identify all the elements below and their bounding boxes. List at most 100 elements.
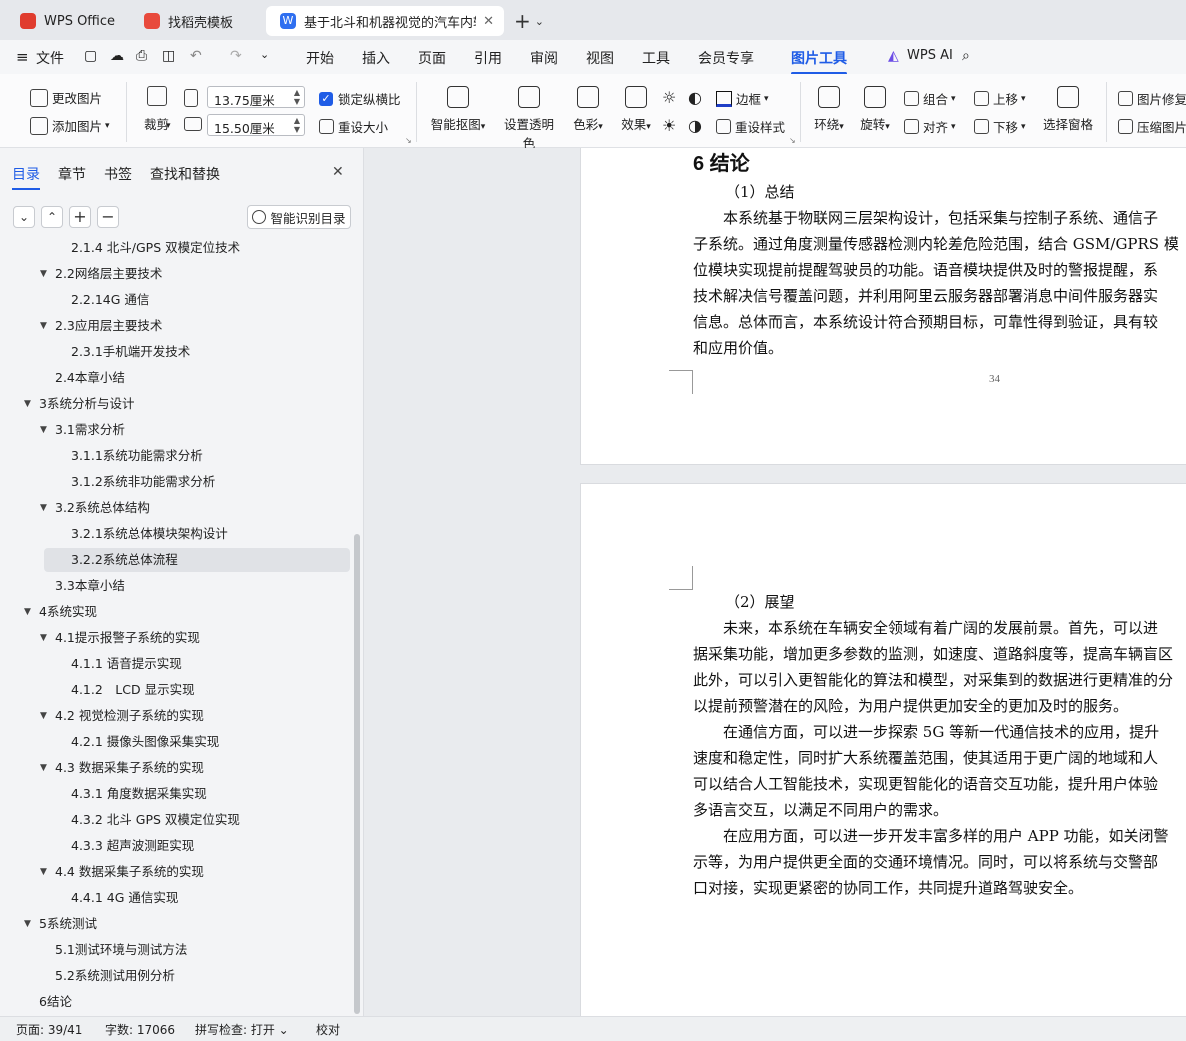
height-input[interactable]: 15.50厘米 ▲ ▼ bbox=[207, 114, 305, 136]
toc-item[interactable]: 3.2.2系统总体流程 bbox=[44, 548, 350, 572]
wrap-button[interactable]: 环绕▾ bbox=[808, 86, 850, 133]
spinner-icon[interactable]: ▲ ▼ bbox=[294, 88, 300, 106]
lock-ratio-checkbox[interactable]: ✓ 锁定纵横比 bbox=[319, 89, 401, 108]
reset-size-button[interactable]: 重设大小 bbox=[319, 117, 388, 136]
body-text-line: 在通信方面，可以进一步探索 5G 等新一代通信技术的应用，提升 bbox=[723, 723, 1160, 741]
change-picture-button[interactable]: 更改图片 bbox=[30, 88, 102, 107]
menu-member[interactable]: 会员专享 bbox=[698, 48, 754, 68]
expand-arrow-icon[interactable]: ▼ bbox=[40, 626, 47, 650]
menu-page[interactable]: 页面 bbox=[418, 48, 446, 68]
remove-heading-button[interactable]: − bbox=[97, 206, 119, 228]
add-heading-button[interactable]: + bbox=[69, 206, 91, 228]
set-transparent-button[interactable]: 设置透明色 bbox=[498, 86, 560, 152]
tab-wps-office[interactable]: WPS Office bbox=[6, 6, 124, 36]
brightness-decrease-icon[interactable]: ☀ bbox=[662, 116, 676, 135]
smart-cutout-button[interactable]: 智能抠图▾ bbox=[428, 86, 488, 133]
expand-arrow-icon[interactable]: ▼ bbox=[40, 860, 47, 884]
effect-button[interactable]: 效果▾ bbox=[614, 86, 658, 133]
menu-home[interactable]: 开始 bbox=[306, 48, 334, 68]
page-number: 34 bbox=[989, 373, 1000, 385]
reset-style-button[interactable]: 重设样式 bbox=[716, 117, 785, 136]
toc-scrollbar[interactable] bbox=[354, 534, 360, 1014]
group-label: 组合 bbox=[923, 92, 949, 107]
dialog-launcher-icon[interactable]: ↘ bbox=[789, 136, 796, 145]
expand-arrow-icon[interactable]: ▼ bbox=[24, 600, 31, 624]
reset-style-label: 重设样式 bbox=[735, 120, 786, 135]
expand-arrow-icon[interactable]: ▼ bbox=[40, 704, 47, 728]
chevron-down-icon[interactable]: ▾ bbox=[166, 121, 171, 131]
bring-forward-button[interactable]: 上移 ▾ bbox=[974, 89, 1026, 108]
menu-reference[interactable]: 引用 bbox=[474, 48, 502, 68]
height-value: 15.50厘米 bbox=[214, 121, 275, 136]
body-text-line: 以提前预警潜在的风险，为用户提供更加安全的更加及时的服务。 bbox=[693, 697, 1129, 715]
tab-bookmarks[interactable]: 书签 bbox=[104, 164, 132, 184]
send-backward-label: 下移 bbox=[993, 120, 1019, 135]
menu-view[interactable]: 视图 bbox=[586, 48, 614, 68]
reset-style-icon bbox=[716, 119, 731, 134]
selection-pane-button[interactable]: 选择窗格 bbox=[1040, 86, 1096, 133]
redo-icon[interactable]: ↷ bbox=[230, 48, 242, 64]
tab-find-replace[interactable]: 查找和替换 bbox=[150, 164, 220, 184]
document-canvas: 6 结论 （1）总结 本系统基于物联网三层架构设计，包括采集与控制子系统、通信子子… bbox=[365, 148, 1186, 1016]
menu-review[interactable]: 审阅 bbox=[530, 48, 558, 68]
tab-document[interactable]: W 基于北斗和机器视觉的汽车内轮 ✕ bbox=[266, 6, 504, 36]
toc-item-label: 4.3 数据采集子系统的实现 bbox=[55, 760, 204, 775]
body-text-line: 位模块实现提前提醒驾驶员的功能。语音模块提供及时的警报提醒，系 bbox=[693, 261, 1159, 279]
border-button[interactable]: 边框 ▾ bbox=[716, 89, 769, 108]
rotate-button[interactable]: 旋转▾ bbox=[854, 86, 896, 133]
close-pane-icon[interactable]: ✕ bbox=[332, 164, 344, 180]
expand-arrow-icon[interactable]: ▼ bbox=[40, 418, 47, 442]
menu-insert[interactable]: 插入 bbox=[362, 48, 390, 68]
expand-arrow-icon[interactable]: ▼ bbox=[24, 392, 31, 416]
color-button[interactable]: 色彩▾ bbox=[566, 86, 610, 133]
width-input[interactable]: 13.75厘米 ▲ ▼ bbox=[207, 86, 305, 108]
wps-logo-icon bbox=[20, 13, 36, 29]
expand-arrow-icon[interactable]: ▼ bbox=[40, 756, 47, 780]
menu-picture-tools[interactable]: 图片工具 bbox=[791, 48, 847, 75]
picture-repair-button[interactable]: 图片修复 bbox=[1118, 89, 1186, 108]
group-button[interactable]: 组合 ▾ bbox=[904, 89, 956, 108]
align-icon bbox=[904, 119, 919, 134]
expand-arrow-icon[interactable]: ▼ bbox=[24, 912, 31, 936]
print-preview-icon[interactable]: ◫ bbox=[162, 48, 175, 64]
brightness-increase-icon[interactable]: ☼ bbox=[662, 88, 676, 107]
tab-chapters[interactable]: 章节 bbox=[58, 164, 86, 184]
save-icon[interactable]: ▢ bbox=[84, 48, 97, 64]
expand-arrow-icon[interactable]: ▼ bbox=[40, 314, 47, 338]
tab-template[interactable]: 找稻壳模板 bbox=[130, 6, 260, 36]
move-up-button[interactable]: ⌃ bbox=[41, 206, 63, 228]
tab-label: 找稻壳模板 bbox=[168, 15, 234, 31]
undo-icon[interactable]: ↶ bbox=[190, 48, 202, 64]
menu-file[interactable]: 文件 bbox=[36, 48, 64, 68]
search-icon[interactable]: ⌕ bbox=[962, 48, 970, 64]
expand-arrow-icon[interactable]: ▼ bbox=[40, 496, 47, 520]
status-bar: 页面: 39/41 字数: 17066 拼写检查: 打开 ⌄ 校对 bbox=[0, 1016, 1186, 1041]
dialog-launcher-icon[interactable]: ↘ bbox=[405, 136, 412, 145]
collapse-down-button[interactable]: ⌄ bbox=[13, 206, 35, 228]
close-tab-icon[interactable]: ✕ bbox=[483, 14, 494, 29]
smart-toc-button[interactable]: 智能识别目录 bbox=[247, 205, 351, 229]
menu-tools[interactable]: 工具 bbox=[642, 48, 670, 68]
word-count[interactable]: 字数: 17066 bbox=[105, 1021, 175, 1038]
cloud-icon[interactable]: ☁ bbox=[110, 48, 124, 64]
print-icon[interactable]: ⎙ bbox=[136, 48, 147, 64]
spinner-icon[interactable]: ▲ ▼ bbox=[294, 116, 300, 134]
quick-access-dropdown-icon[interactable]: ⌄ bbox=[260, 48, 269, 61]
contrast-decrease-icon[interactable]: ◑ bbox=[688, 116, 702, 135]
toc-item-label: 6结论 bbox=[39, 994, 72, 1009]
proofread-button[interactable]: 校对 bbox=[316, 1021, 340, 1038]
align-button[interactable]: 对齐 ▾ bbox=[904, 117, 956, 136]
spell-check-toggle[interactable]: 拼写检查: 打开 ⌄ bbox=[195, 1021, 289, 1038]
hamburger-icon[interactable]: ≡ bbox=[16, 48, 29, 66]
expand-arrow-icon[interactable]: ▼ bbox=[40, 262, 47, 286]
new-tab-button[interactable]: + ⌄ bbox=[512, 6, 552, 36]
page-counter[interactable]: 页面: 39/41 bbox=[16, 1021, 82, 1038]
body-text-line: 技术解决信号覆盖问题，并利用阿里云服务器部署消息中间件服务器实 bbox=[693, 287, 1159, 305]
contrast-icon[interactable]: ◐ bbox=[688, 88, 702, 107]
tab-toc[interactable]: 目录 bbox=[12, 164, 40, 190]
add-picture-button[interactable]: 添加图片 ▾ bbox=[30, 116, 110, 135]
send-backward-button[interactable]: 下移 ▾ bbox=[974, 117, 1026, 136]
compress-picture-button[interactable]: 压缩图片 bbox=[1118, 117, 1186, 136]
toc-item-label: 3.2系统总体结构 bbox=[55, 500, 150, 515]
wps-ai-button[interactable]: WPS AI bbox=[907, 48, 953, 63]
